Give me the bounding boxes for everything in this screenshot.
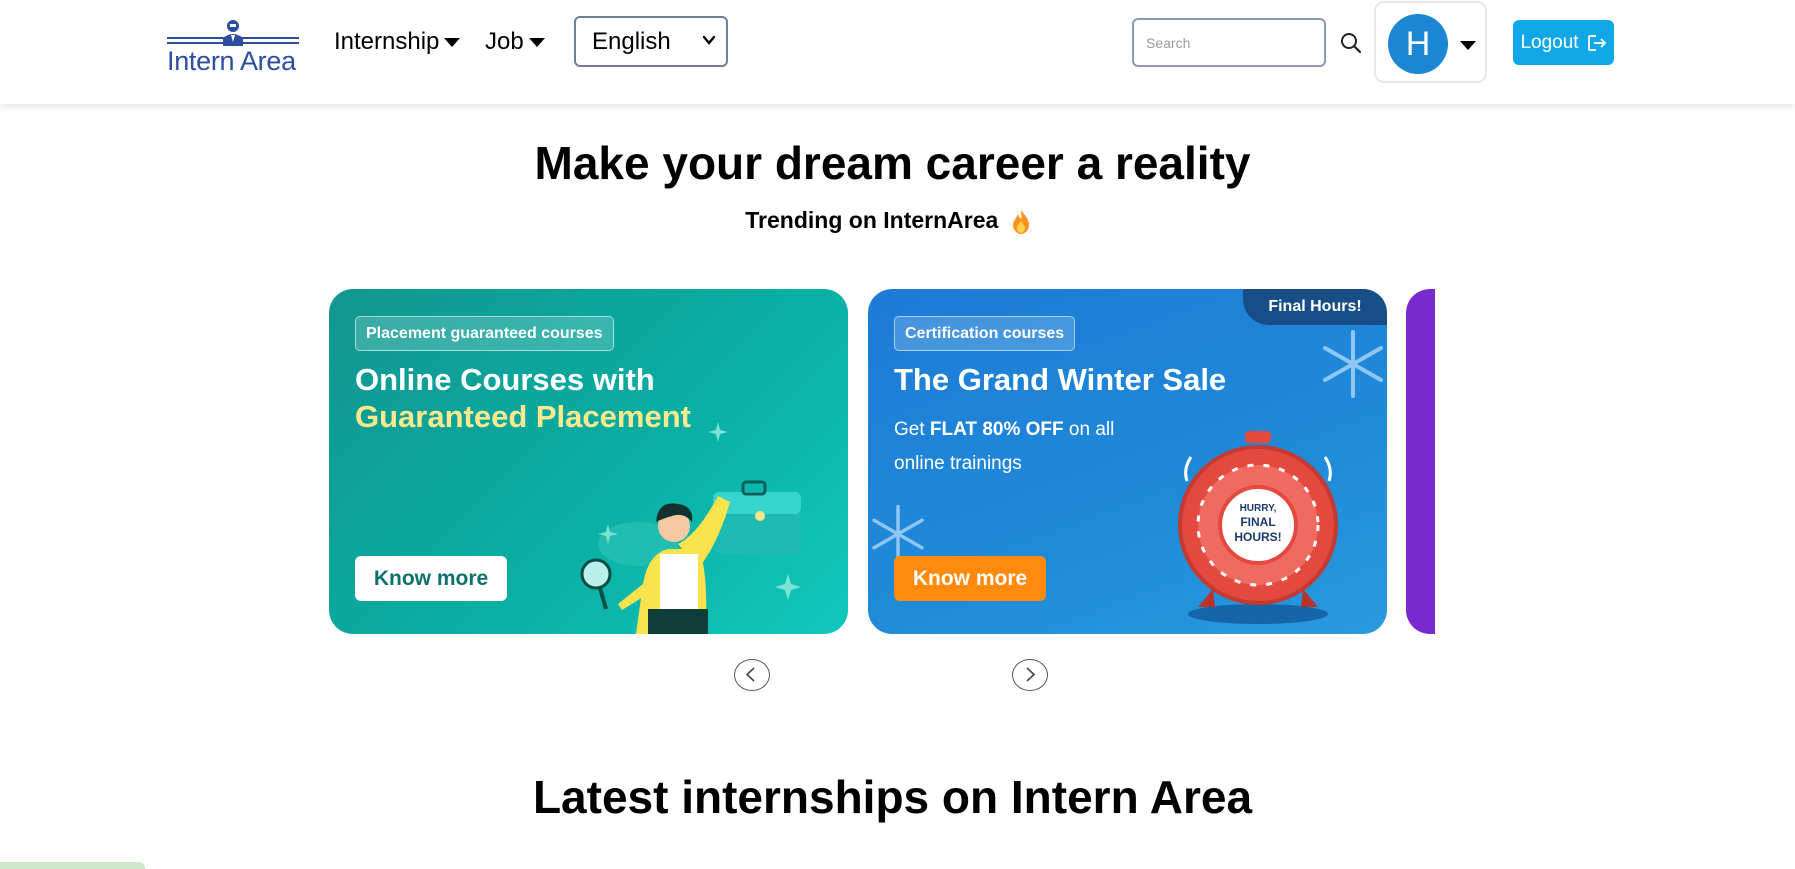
know-more-button[interactable]: Know more xyxy=(355,556,507,601)
promo-discount: FLAT 80% OFF xyxy=(929,419,1064,440)
carousel-card-winter-sale[interactable]: Final Hours! Certification courses The G… xyxy=(868,289,1387,634)
hero-title: Make your dream career a reality xyxy=(534,137,1251,189)
logo-text: Intern Area xyxy=(167,46,296,76)
card-title: The Grand Winter Sale xyxy=(894,362,1227,397)
search-icon[interactable] xyxy=(1338,30,1364,56)
trending-heading: Trending on InternArea xyxy=(0,207,1776,235)
student-illustration xyxy=(580,422,801,634)
internship-menu-label: Internship xyxy=(334,28,440,55)
bottom-strip xyxy=(0,862,145,869)
search-input[interactable] xyxy=(1132,18,1326,67)
job-menu[interactable]: Job xyxy=(485,28,545,56)
chevron-right-icon xyxy=(1026,667,1036,682)
final-hours-badge: Final Hours! xyxy=(1243,289,1387,325)
top-navbar: Intern Area Internship Job English H Log… xyxy=(0,0,1795,104)
language-selected-value: English xyxy=(592,28,671,55)
trending-carousel: Placement guaranteed courses Online Cour… xyxy=(329,289,1435,634)
caret-down-icon xyxy=(528,38,545,48)
card-tag: Placement guaranteed courses xyxy=(355,316,614,351)
logout-icon xyxy=(1587,34,1606,51)
logo-person-icon xyxy=(167,20,299,46)
clock-text-1: HURRY, xyxy=(1240,503,1277,514)
caret-down-icon xyxy=(1460,41,1476,50)
clock-text-3: HOURS! xyxy=(1234,530,1281,544)
trending-text: Trending on InternArea xyxy=(745,207,999,233)
logout-button[interactable]: Logout xyxy=(1513,20,1614,65)
know-more-button[interactable]: Know more xyxy=(894,556,1046,601)
carousel-prev-button[interactable] xyxy=(734,659,770,691)
chevron-left-icon xyxy=(745,667,755,682)
carousel-card-next[interactable] xyxy=(1406,289,1435,634)
carousel-card-placement[interactable]: Placement guaranteed courses Online Cour… xyxy=(329,289,848,634)
chevron-down-icon xyxy=(702,35,716,45)
snowflake-icon xyxy=(1323,330,1383,398)
profile-menu[interactable]: H xyxy=(1374,1,1487,83)
card-promo-text: Get FLAT 80% OFF on all online trainings xyxy=(894,413,1164,481)
avatar: H xyxy=(1388,14,1448,74)
internship-menu[interactable]: Internship xyxy=(334,28,461,56)
caret-down-icon xyxy=(444,38,461,48)
card-tag: Certification courses xyxy=(894,316,1076,351)
promo-prefix: Get xyxy=(894,419,930,440)
alarm-clock-illustration: HURRY, FINAL HOURS! xyxy=(1178,431,1338,624)
carousel-next-button[interactable] xyxy=(1012,659,1048,691)
logout-label: Logout xyxy=(1520,31,1579,53)
language-select[interactable]: English xyxy=(574,16,728,67)
clock-text-2: FINAL xyxy=(1240,515,1275,529)
latest-internships-title: Latest internships on Intern Area xyxy=(532,771,1253,823)
snowflake-icon xyxy=(872,504,924,564)
intern-area-logo[interactable]: Intern Area xyxy=(165,18,301,76)
job-menu-label: Job xyxy=(485,28,524,55)
card-title-line1: Online Courses with xyxy=(355,362,655,397)
fire-icon xyxy=(1012,209,1029,234)
